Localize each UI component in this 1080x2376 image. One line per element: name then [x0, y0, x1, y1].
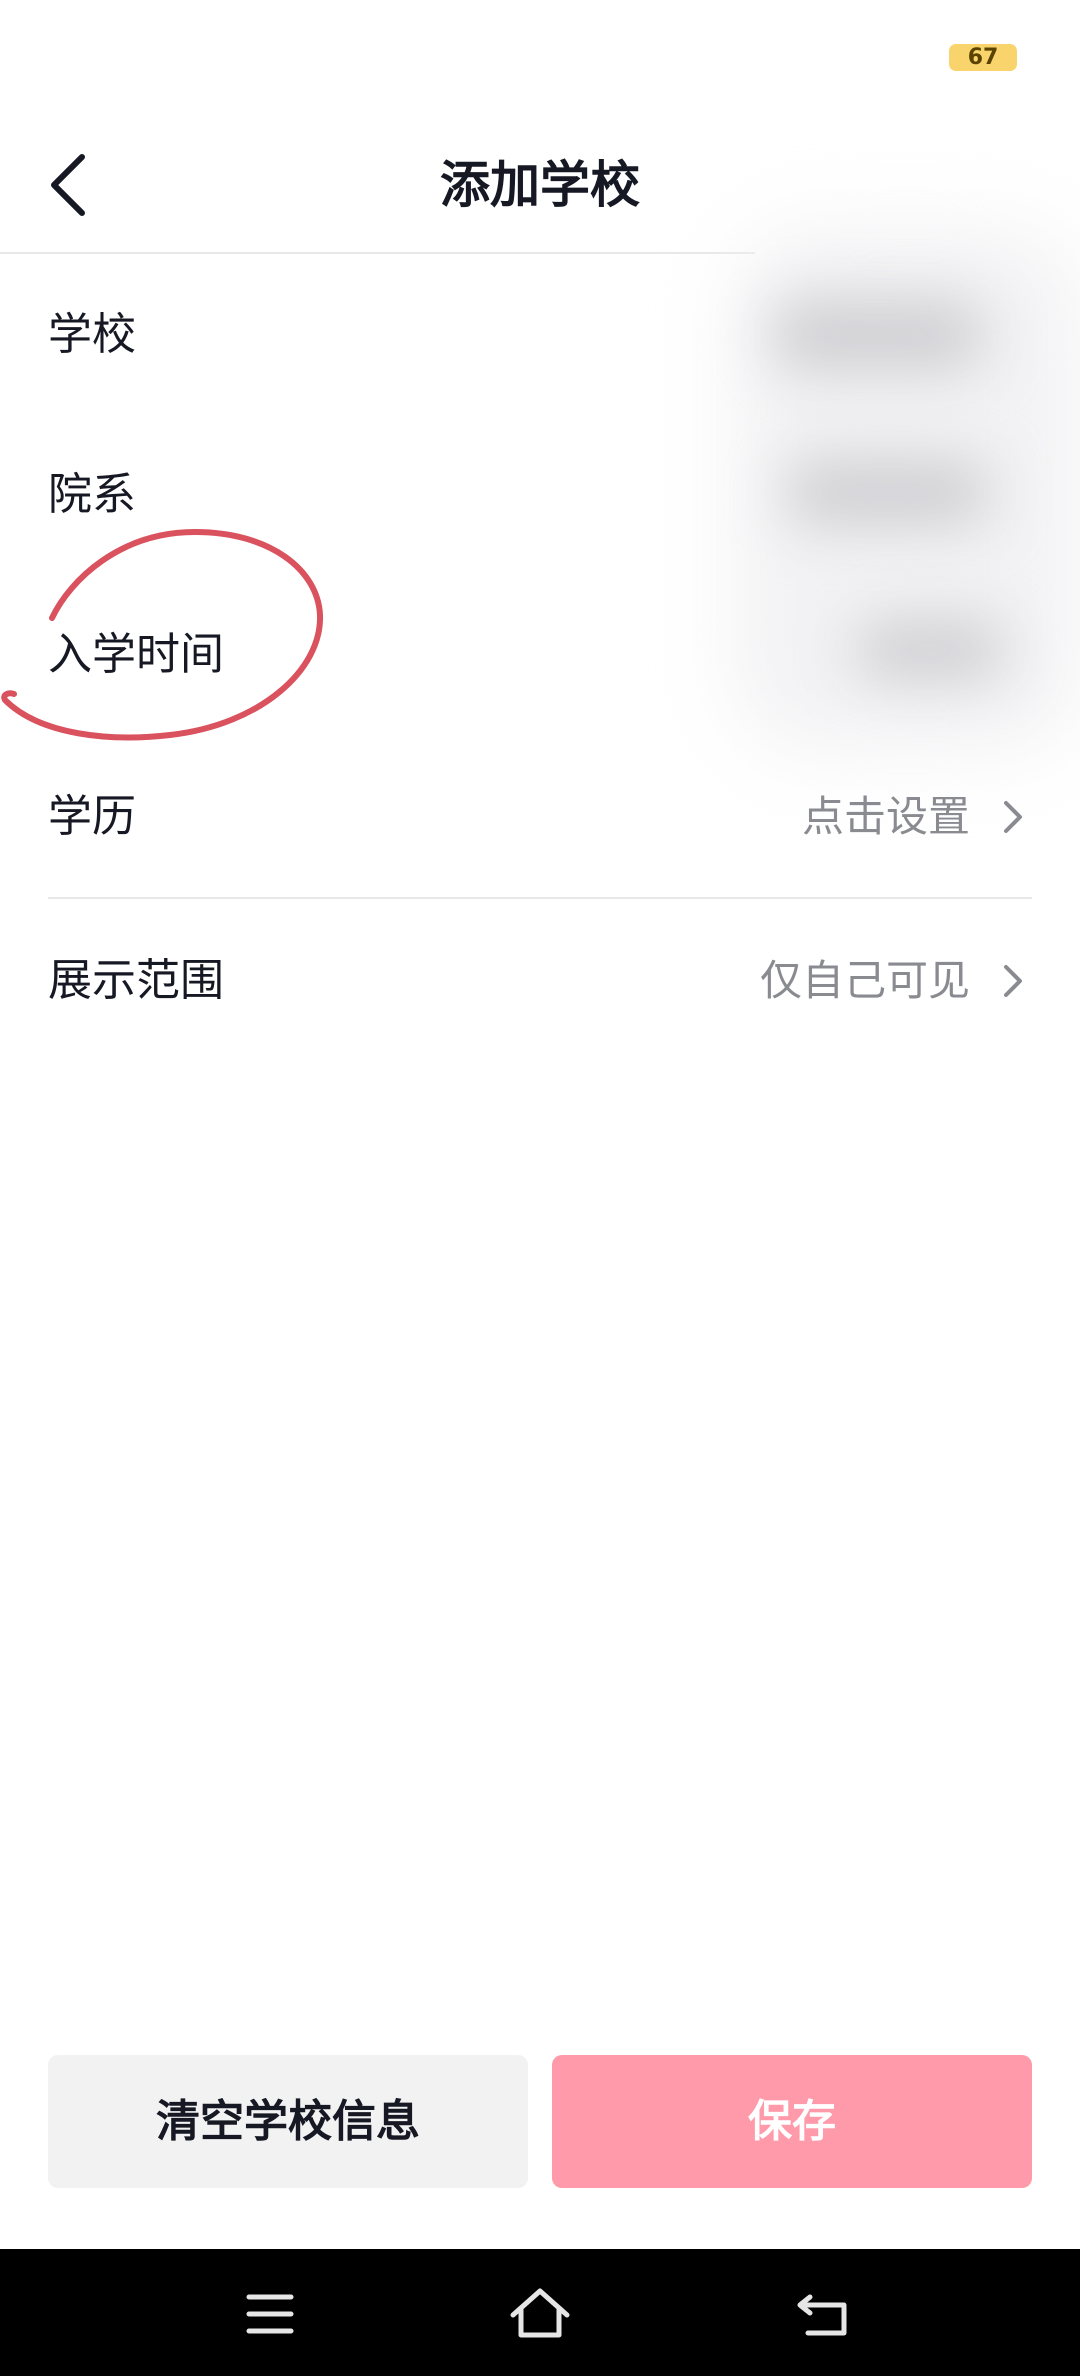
system-nav-bar [0, 2249, 1080, 2376]
row-divider [48, 897, 1032, 899]
battery-indicator: 67 [949, 44, 1017, 71]
row-label: 入学时间 [48, 629, 224, 680]
row-label: 学校 [48, 309, 136, 360]
page-title: 添加学校 [440, 156, 640, 214]
bottom-actions: 清空学校信息 保存 [0, 2055, 1080, 2190]
form-row-visibility[interactable]: 展示范围 仅自己可见 [0, 906, 1080, 1056]
form-row-department[interactable]: 院系 [0, 420, 1080, 570]
form-row-enrollment-time[interactable]: 入学时间 [0, 580, 1080, 730]
system-home-button[interactable] [495, 2279, 585, 2349]
home-icon [510, 2288, 570, 2338]
row-value: 仅自己可见 [759, 956, 970, 1005]
row-label: 学历 [48, 791, 136, 842]
chevron-right-icon [1004, 965, 1022, 997]
row-label: 院系 [48, 469, 136, 520]
clear-school-info-button[interactable]: 清空学校信息 [48, 2055, 528, 2188]
back-icon [797, 2294, 847, 2336]
form-row-school[interactable]: 学校 [0, 260, 1080, 410]
system-menu-button[interactable] [225, 2279, 315, 2349]
menu-icon [246, 2294, 294, 2334]
form-row-education[interactable]: 学历 点击设置 [0, 742, 1080, 892]
row-value: 点击设置 [801, 792, 970, 841]
chevron-right-icon [1004, 801, 1022, 833]
row-label: 展示范围 [48, 955, 224, 1006]
header-divider [0, 252, 755, 254]
save-button[interactable]: 保存 [552, 2055, 1032, 2188]
status-bar: 67 [0, 0, 1080, 115]
system-back-button[interactable] [780, 2279, 870, 2349]
